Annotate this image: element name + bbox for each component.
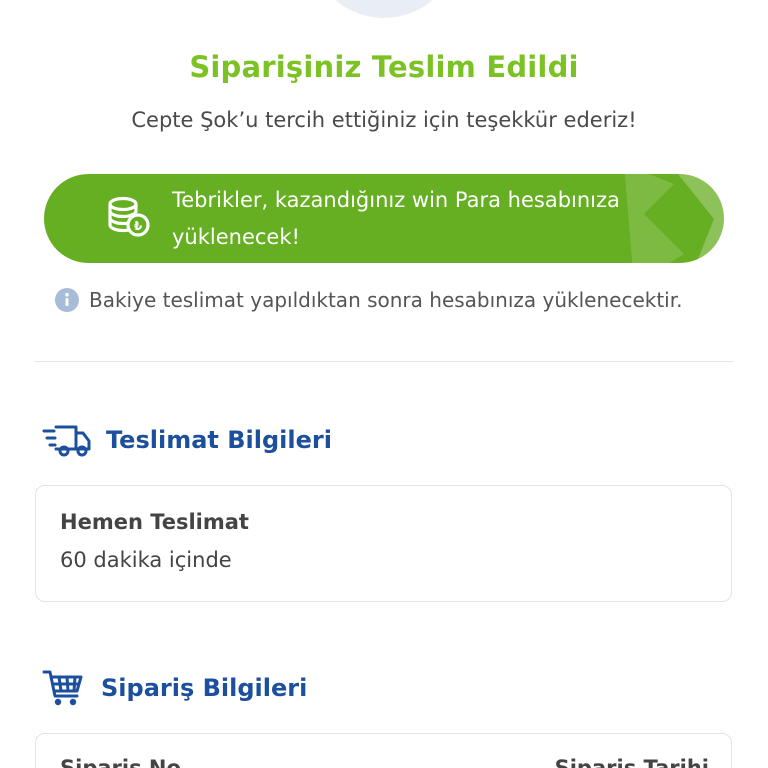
delivery-section-title: Teslimat Bilgileri — [106, 426, 332, 454]
banner-text-line-1: Tebrikler, kazandığınız win Para hesabın… — [172, 188, 620, 212]
truck-icon — [42, 425, 91, 457]
balance-info-note: Bakiye teslimat yapıldıktan sonra hesabı… — [55, 284, 682, 316]
balance-info-text: Bakiye teslimat yapıldıktan sonra hesabı… — [89, 288, 683, 312]
order-confirmation-page: Siparişiniz Teslim Edildi Cepte Şok’u te… — [0, 0, 768, 768]
delivery-section-header: Teslimat Bilgileri — [42, 419, 332, 461]
delivery-type: Hemen Teslimat — [60, 510, 249, 534]
success-illustration — [309, 0, 459, 18]
banner-text-line-2: yüklenecek! — [172, 225, 300, 249]
info-icon — [55, 288, 79, 312]
page-title: Siparişiniz Teslim Edildi — [189, 50, 579, 84]
order-date-label: Sipariş Tarihi — [554, 756, 709, 768]
svg-text:₺: ₺ — [134, 219, 143, 233]
cart-icon — [42, 670, 83, 706]
order-number-label: Sipariş No — [60, 756, 181, 768]
banner-text: Tebrikler, kazandığınız win Para hesabın… — [172, 182, 672, 256]
thank-you-message: Cepte Şok’u tercih ettiğiniz için teşekk… — [131, 108, 637, 132]
order-info-card: Sipariş No Sipariş Tarihi — [35, 733, 732, 768]
delivery-time: 60 dakika içinde — [60, 548, 232, 572]
delivery-info-card: Hemen Teslimat 60 dakika içinde — [35, 485, 732, 602]
coins-icon: ₺ — [108, 196, 150, 237]
win-para-banner: ₺ Tebrikler, kazandığınız win Para hesab… — [44, 174, 724, 263]
section-divider — [35, 361, 733, 362]
order-section-header: Sipariş Bilgileri — [42, 666, 307, 710]
order-section-title: Sipariş Bilgileri — [101, 674, 308, 702]
